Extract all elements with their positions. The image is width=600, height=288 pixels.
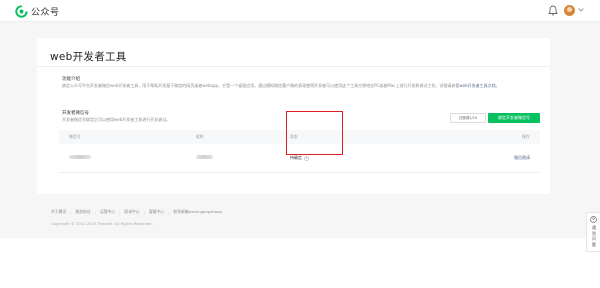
footer-links: 关于腾讯 | 服务协议 | 运营中心 | 辟谣中心 | 客服中心 | 联系邮箱weixin… xyxy=(51,209,222,215)
revoke-invite-link[interactable]: 撤回邀请 xyxy=(514,155,530,161)
intro-description: 绑定公众号平台开发者微信web开发者工具，用于帮助开发基于微信的网页或者weba… xyxy=(62,83,542,89)
status-highlight-box xyxy=(286,111,343,155)
intro-text: 绑定公众号平台开发者微信web开发者工具，用于帮助开发基于微信的网页或者weba… xyxy=(62,83,460,88)
blurred-nickname xyxy=(196,155,213,159)
footer-link-support[interactable]: 客服中心 xyxy=(149,209,164,215)
footer-link-ops[interactable]: 运营中心 xyxy=(100,209,115,215)
intro-tail: 。 xyxy=(495,83,500,88)
bind-developer-button[interactable]: 绑定开发者微信号 xyxy=(488,113,540,123)
chevron-down-icon[interactable] xyxy=(578,8,584,12)
column-wechat-id: 微信号 xyxy=(69,134,81,139)
blurred-wechat-id xyxy=(69,155,91,159)
bind-title: 开发者微信号 xyxy=(62,111,89,116)
footer-link-email[interactable]: 联系邮箱weixingongzhong xyxy=(173,209,221,215)
page-title: web开发者工具 xyxy=(50,51,127,63)
brand[interactable]: 公众号 xyxy=(15,4,60,18)
intro-title: 功能介绍 xyxy=(62,77,80,82)
copyright: Copyright © 2012-2023 Tencent. All Right… xyxy=(51,221,153,226)
status-cell: 待确定 xyxy=(290,155,309,161)
divider xyxy=(37,66,550,67)
help-circle-icon xyxy=(590,216,597,223)
column-action: 操作 xyxy=(522,134,530,139)
status-text: 待确定 xyxy=(290,155,302,160)
docs-link[interactable]: web开发者工具文档 xyxy=(459,83,495,88)
row-divider xyxy=(59,172,540,173)
bell-icon[interactable] xyxy=(548,5,558,16)
help-label: 遇到问题 xyxy=(592,225,596,247)
wechat-logo-icon xyxy=(15,4,28,18)
help-floating-tab[interactable]: 遇到问题 xyxy=(586,212,600,252)
column-nickname: 昵称 xyxy=(196,134,204,139)
question-icon[interactable] xyxy=(303,155,309,161)
avatar[interactable] xyxy=(564,5,575,16)
footer-link-terms[interactable]: 服务协议 xyxy=(75,209,90,215)
footer-link-rumor[interactable]: 辟谣中心 xyxy=(124,209,139,215)
invite-count-button[interactable]: 已邀请1/15 xyxy=(450,113,486,123)
top-bar: 公众号 xyxy=(0,0,600,22)
footer-link-about[interactable]: 关于腾讯 xyxy=(51,209,66,215)
brand-name: 公众号 xyxy=(31,7,60,18)
